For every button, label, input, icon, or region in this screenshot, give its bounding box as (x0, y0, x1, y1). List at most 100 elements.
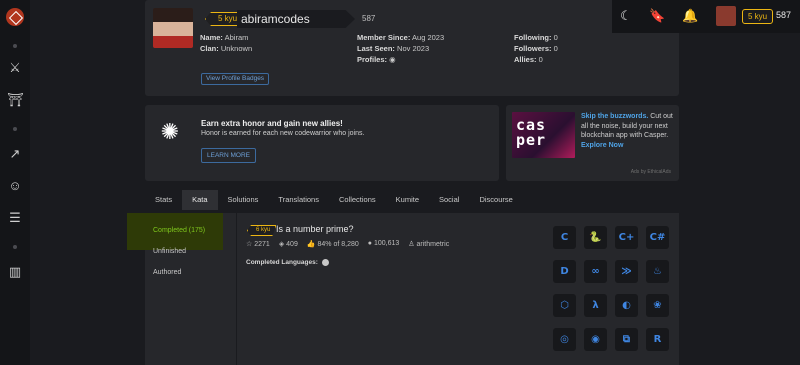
bookmark-icon[interactable]: 🔖 (649, 8, 665, 24)
tab-solutions[interactable]: Solutions (218, 190, 269, 210)
member-since-value: Aug 2023 (412, 33, 445, 42)
kata-stats: ☆ 2271 ◈ 409 👍 84% of 8,280 ● 100,613 ♙ … (246, 240, 449, 248)
paw-icon[interactable]: ❀ (646, 294, 669, 317)
moon-icon[interactable]: ☾ (618, 8, 634, 24)
casper-logo-text: cas per (516, 116, 547, 149)
nav-authored[interactable]: Authored (153, 269, 181, 276)
promo-title: Earn extra honor and gain new allies! (201, 119, 343, 128)
clan-value: Unknown (220, 44, 253, 53)
promo-subtitle: Honor is earned for each new codewarrior… (201, 130, 365, 137)
divider-dot (13, 44, 17, 48)
javascript-icon (321, 259, 329, 266)
member-since-row: Member Since: Aug 2023 (357, 32, 444, 43)
name-label: Name: (200, 33, 223, 42)
clan-label: Clan: (200, 44, 219, 53)
username[interactable]: abiramcodes (241, 12, 310, 26)
honor-score: 587 (776, 10, 792, 20)
tab-social[interactable]: Social (429, 190, 469, 210)
user-icon: ♙ (408, 241, 415, 248)
csharp-icon[interactable]: C# (646, 226, 669, 249)
kata-rank-badge: 6 kyu (247, 225, 276, 236)
divider-dot (13, 245, 17, 249)
avatar[interactable] (716, 6, 736, 26)
circle-lang-icon[interactable]: ◎ (553, 328, 576, 351)
view-profile-badges-button[interactable]: View Profile Badges (201, 73, 270, 85)
cpp-icon[interactable]: C+ (615, 226, 638, 249)
author-value[interactable]: arithmetric (417, 241, 450, 248)
dart-icon[interactable]: D (553, 260, 576, 283)
profile-tabs: Stats Kata Solutions Translations Collec… (145, 190, 523, 210)
rank-badge: 5 kyu (742, 9, 774, 24)
tab-translations[interactable]: Translations (268, 190, 329, 210)
kata-title[interactable]: Is a number prime? (276, 224, 354, 234)
last-seen-row: Last Seen: Nov 2023 (357, 43, 429, 54)
dojo-icon[interactable]: ⚔ (7, 60, 23, 76)
allies-value: 0 (538, 55, 543, 64)
author-stat: ♙ arithmetric (408, 240, 449, 248)
honor-score: 587 (362, 14, 376, 23)
go-icon[interactable]: ∞ (584, 260, 607, 283)
cobra-icon[interactable]: 🐍 (584, 226, 607, 249)
github-icon[interactable]: ◉ (389, 55, 396, 64)
casper-logo[interactable]: cas per (512, 112, 575, 158)
name-value: Abiram (224, 33, 249, 42)
allies-row: Allies: 0 (514, 54, 543, 65)
satisfaction-value: 84% of 8,280 (317, 241, 359, 248)
nav-completed[interactable]: Completed (175) (153, 227, 205, 234)
php-icon[interactable]: ◐ (615, 294, 638, 317)
ad-headline[interactable]: Skip the buzzwords. (581, 113, 648, 120)
satisfaction-stat: 👍 84% of 8,280 (307, 240, 359, 248)
left-sidebar: ⚔ ⛩ ↗ ☺ ☰ ▥ (0, 0, 30, 365)
profile-name-row: Name: Abiram (200, 32, 248, 43)
collections-stat: ◈ 409 (279, 240, 298, 248)
last-seen-value: Nov 2023 (397, 44, 430, 53)
nodejs-icon[interactable]: ⬡ (553, 294, 576, 317)
followers-row: Followers: 0 (514, 43, 558, 54)
chat-icon[interactable]: ☰ (7, 210, 23, 226)
gym-icon[interactable]: ⛩ (7, 92, 24, 108)
codewars-logo-icon[interactable] (6, 8, 24, 26)
tab-collections[interactable]: Collections (329, 190, 386, 210)
followers-label: Followers: (514, 44, 552, 53)
page: ⚔ ⛩ ↗ ☺ ☰ ▥ 5 kyu abiramcodes 587 Name: … (0, 0, 800, 365)
following-value: 0 (553, 33, 558, 42)
completed-languages-label: Completed Languages: (246, 259, 318, 267)
java-icon[interactable]: ♨ (646, 260, 669, 283)
r-icon[interactable]: R (646, 328, 669, 351)
c-icon[interactable]: C (553, 226, 576, 249)
following-row: Following: 0 (514, 32, 558, 43)
tab-stats[interactable]: Stats (145, 190, 182, 210)
collections-value: 409 (286, 241, 298, 248)
ad-footer[interactable]: Ads by EthicalAds (631, 169, 671, 175)
trending-icon[interactable]: ↗ (7, 146, 23, 162)
tab-kata[interactable]: Kata (182, 190, 218, 210)
python-icon[interactable]: ⧉ (615, 328, 638, 351)
profiles-label: Profiles: (357, 55, 388, 64)
discord-icon[interactable]: ☺ (7, 178, 23, 194)
haskell-icon[interactable]: ≫ (615, 260, 638, 283)
stars-value: 2271 (254, 241, 270, 248)
ad-cta[interactable]: Explore Now (581, 142, 623, 149)
lambda-icon[interactable]: λ (584, 294, 607, 317)
nav-unfinished[interactable]: Unfinished (153, 248, 186, 255)
bell-icon[interactable]: 🔔 (682, 8, 698, 24)
avatar (153, 8, 193, 48)
tab-discourse[interactable]: Discourse (469, 190, 522, 210)
referral-promo: ✺ Earn extra honor and gain new allies! … (145, 105, 499, 181)
allies-label: Allies: (514, 55, 537, 64)
docs-icon[interactable]: ▥ (7, 264, 23, 280)
kata-nav: Completed (175) Unfinished Authored (145, 213, 237, 365)
followers-value: 0 (553, 44, 558, 53)
profiles-row: Profiles: ◉ (357, 54, 396, 65)
member-since-label: Member Since: (357, 33, 411, 42)
ad-panel[interactable]: cas per Skip the buzzwords. Cut out all … (506, 105, 679, 181)
star-icon: ☆ (246, 241, 253, 248)
layers-icon: ◈ (278, 241, 285, 248)
tab-kumite[interactable]: Kumite (386, 190, 429, 210)
completed-languages: Completed Languages: (246, 259, 329, 266)
completed-value: 100,613 (373, 240, 400, 247)
learn-more-button[interactable]: LEARN MORE (201, 148, 256, 163)
eye-lang-icon[interactable]: ◉ (584, 328, 607, 351)
completed-stat: ● 100,613 (368, 240, 400, 248)
last-seen-label: Last Seen: (357, 44, 395, 53)
